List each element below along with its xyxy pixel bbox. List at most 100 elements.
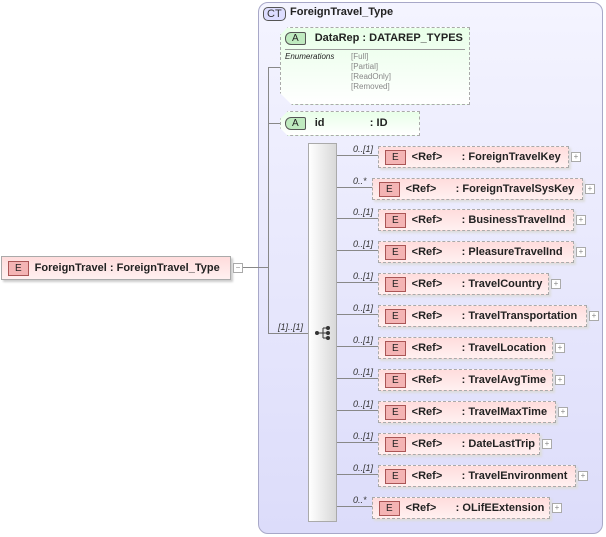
element-name: : TravelMaxTime	[461, 406, 548, 418]
connector	[337, 378, 378, 379]
collapse-button[interactable]: −	[233, 263, 243, 273]
connector	[268, 67, 280, 68]
element-name: : ForeignTravelKey	[461, 151, 561, 163]
expand-button[interactable]: +	[555, 375, 565, 385]
element-ref[interactable]: E <Ref> : BusinessTravelInd	[378, 209, 574, 231]
expand-button[interactable]: +	[552, 503, 562, 513]
connector	[337, 410, 378, 411]
connector	[337, 474, 378, 475]
expand-button[interactable]: +	[551, 279, 561, 289]
enum-value: [ReadOnly]	[351, 72, 392, 81]
element-multiplicity: 0..[1]	[353, 463, 374, 473]
element-name: : TravelCountry	[461, 278, 543, 290]
element-ref[interactable]: E <Ref> : TravelTransportation	[378, 305, 587, 327]
element-badge: E	[385, 244, 406, 260]
sequence-icon	[315, 326, 330, 340]
expand-button[interactable]: +	[576, 215, 586, 225]
element-ref-label: <Ref>	[411, 438, 443, 450]
element-multiplicity: 0..*	[353, 495, 367, 505]
element-ref-label: <Ref>	[411, 470, 443, 482]
root-element-type: : ForeignTravel_Type	[109, 262, 220, 274]
attribute-name: DataRep	[314, 32, 360, 44]
expand-button[interactable]: +	[589, 311, 599, 321]
element-ref[interactable]: E <Ref> : TravelAvgTime	[378, 369, 553, 391]
element-badge: E	[385, 404, 406, 420]
element-name: : TravelEnvironment	[461, 470, 568, 482]
enum-value: [Partial]	[351, 62, 379, 71]
element-ref[interactable]: E <Ref> : TravelMaxTime	[378, 401, 556, 423]
complex-type-badge: CT	[263, 7, 286, 21]
element-badge: E	[379, 181, 400, 197]
connector	[337, 314, 378, 315]
expand-button[interactable]: +	[542, 439, 552, 449]
connector	[337, 346, 378, 347]
expand-button[interactable]: +	[576, 247, 586, 257]
element-badge: E	[385, 436, 406, 452]
element-ref[interactable]: E <Ref> : TravelLocation	[378, 337, 553, 359]
element-multiplicity: 0..[1]	[353, 303, 374, 313]
element-badge: E	[385, 212, 406, 228]
element-name: : TravelAvgTime	[461, 374, 547, 386]
element-ref[interactable]: E <Ref> : OLifEExtension	[372, 497, 550, 519]
attribute-type: : DATAREP_TYPES	[362, 32, 463, 44]
connector	[337, 155, 378, 156]
expand-button[interactable]: +	[555, 343, 565, 353]
element-ref-label: <Ref>	[411, 342, 443, 354]
element-badge: E	[8, 260, 29, 276]
expand-button[interactable]: +	[585, 184, 595, 194]
element-ref-label: <Ref>	[405, 183, 437, 195]
connector	[268, 67, 269, 333]
element-ref-label: <Ref>	[411, 246, 443, 258]
element-ref[interactable]: E <Ref> : ForeignTravelKey	[378, 146, 569, 168]
element-name: : OLifEExtension	[455, 502, 545, 514]
element-ref[interactable]: E <Ref> : TravelEnvironment	[378, 465, 576, 487]
element-ref-label: <Ref>	[411, 406, 443, 418]
connector	[268, 333, 308, 334]
element-multiplicity: 0..[1]	[353, 207, 374, 217]
element-ref-label: <Ref>	[411, 151, 443, 163]
attribute-badge: A	[285, 32, 306, 45]
element-multiplicity: 0..[1]	[353, 399, 374, 409]
element-name: : BusinessTravelInd	[461, 214, 566, 226]
element-ref-label: <Ref>	[411, 374, 443, 386]
connector	[337, 218, 378, 219]
enum-value: [Removed]	[351, 82, 390, 91]
root-element-name: ForeignTravel	[34, 262, 107, 274]
element-multiplicity: 0..[1]	[353, 144, 374, 154]
element-multiplicity: 0..[1]	[353, 239, 374, 249]
element-multiplicity: 0..[1]	[353, 271, 374, 281]
attribute-id[interactable]: A id : ID	[280, 111, 420, 136]
element-badge: E	[385, 308, 406, 324]
expand-button[interactable]: +	[558, 407, 568, 417]
connector	[337, 250, 378, 251]
element-badge: E	[385, 276, 406, 292]
element-ref-label: <Ref>	[411, 214, 443, 226]
element-ref[interactable]: E <Ref> : ForeignTravelSysKey	[372, 178, 583, 200]
attribute-datarep[interactable]: A DataRep : DATAREP_TYPES Enumerations […	[280, 27, 470, 105]
element-name: : ForeignTravelSysKey	[455, 183, 575, 195]
expand-button[interactable]: +	[571, 152, 581, 162]
root-element[interactable]: E ForeignTravel : ForeignTravel_Type	[1, 256, 231, 280]
element-name: : TravelLocation	[461, 342, 547, 354]
element-badge: E	[385, 340, 406, 356]
element-badge: E	[385, 372, 406, 388]
element-multiplicity: 0..*	[353, 176, 367, 186]
enum-value: [Full]	[351, 52, 369, 61]
expand-button[interactable]: +	[578, 471, 588, 481]
element-ref-label: <Ref>	[411, 310, 443, 322]
element-multiplicity: 0..[1]	[353, 367, 374, 377]
element-ref[interactable]: E <Ref> : PleasureTravelInd	[378, 241, 574, 263]
element-ref[interactable]: E <Ref> : TravelCountry	[378, 273, 549, 295]
connector	[337, 442, 378, 443]
sequence-multiplicity: [1]..[1]	[278, 322, 304, 332]
element-ref-label: <Ref>	[405, 502, 437, 514]
connector	[337, 282, 378, 283]
element-badge: E	[379, 500, 400, 516]
connector	[337, 506, 372, 507]
attribute-badge: A	[285, 117, 306, 130]
element-multiplicity: 0..[1]	[353, 335, 374, 345]
element-name: : TravelTransportation	[461, 310, 578, 322]
element-badge: E	[385, 149, 406, 165]
element-ref[interactable]: E <Ref> : DateLastTrip	[378, 433, 540, 455]
connector	[268, 123, 280, 124]
